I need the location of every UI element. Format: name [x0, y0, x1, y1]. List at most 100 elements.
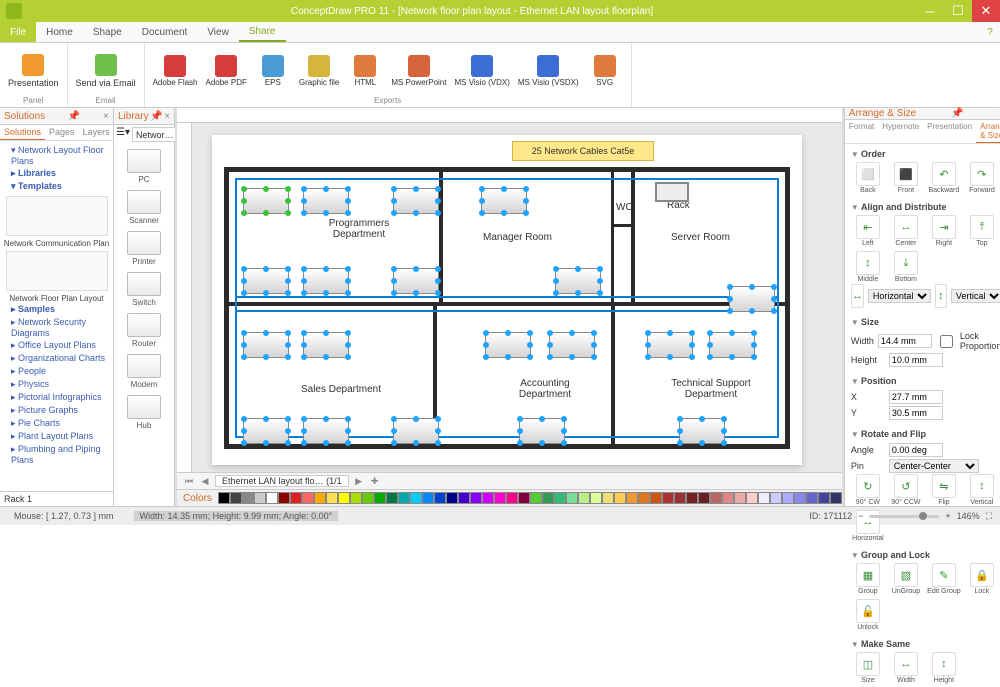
- sol-link-7[interactable]: ▸ Pie Charts: [3, 417, 110, 430]
- ptab-presentation[interactable]: Presentation: [923, 120, 976, 143]
- color-swatch[interactable]: [566, 492, 578, 504]
- send-email-button[interactable]: Send via Email: [74, 45, 138, 96]
- node-templates[interactable]: ▾ Templates: [3, 180, 110, 193]
- dist-vert-icon[interactable]: ↕: [935, 284, 947, 308]
- align-right[interactable]: ⇥: [932, 215, 956, 239]
- color-swatch[interactable]: [722, 492, 734, 504]
- color-swatch[interactable]: [278, 492, 290, 504]
- export-8[interactable]: SVG: [585, 45, 625, 96]
- color-swatch[interactable]: [782, 492, 794, 504]
- color-swatch[interactable]: [314, 492, 326, 504]
- device-4[interactable]: [303, 268, 349, 294]
- sheet-first[interactable]: ⏮: [183, 476, 195, 487]
- rot-ccw[interactable]: ↺: [894, 474, 918, 498]
- order-front[interactable]: ⬛: [894, 162, 918, 186]
- node-samples[interactable]: ▸ Samples: [3, 303, 110, 316]
- color-swatch[interactable]: [254, 492, 266, 504]
- layers-tab[interactable]: Layers: [79, 125, 114, 140]
- rack-shape[interactable]: [655, 182, 689, 202]
- color-swatch[interactable]: [794, 492, 806, 504]
- sol-link-5[interactable]: ▸ Pictorial Infographics: [3, 391, 110, 404]
- order-forward[interactable]: ↷: [970, 162, 994, 186]
- sheet-tab[interactable]: Ethernet LAN layout flo… (1/1: [215, 475, 349, 487]
- device-6[interactable]: [481, 188, 527, 214]
- y-input[interactable]: [889, 406, 943, 420]
- sol-link-2[interactable]: ▸ Organizational Charts: [3, 352, 110, 365]
- color-swatch[interactable]: [590, 492, 602, 504]
- color-swatch[interactable]: [806, 492, 818, 504]
- tab-shape[interactable]: Shape: [83, 22, 132, 42]
- zoom-out[interactable]: −: [858, 511, 863, 521]
- sheet-prev[interactable]: ◀: [199, 476, 211, 487]
- color-swatch[interactable]: [410, 492, 422, 504]
- device-5[interactable]: [393, 268, 439, 294]
- node-nlfp[interactable]: ▾ Network Layout Floor Plans: [3, 144, 110, 167]
- align-bottom[interactable]: ⤓: [894, 251, 918, 275]
- ptab-arrange[interactable]: Arrange & Size: [976, 120, 1000, 143]
- align-top[interactable]: ⤒: [970, 215, 994, 239]
- page[interactable]: 25 Network Cables Cat5e: [212, 135, 802, 465]
- props-pin-icon[interactable]: 📌: [951, 108, 963, 119]
- color-swatch[interactable]: [230, 492, 242, 504]
- sol-link-6[interactable]: ▸ Picture Graphs: [3, 404, 110, 417]
- color-swatch[interactable]: [494, 492, 506, 504]
- ungroup-btn[interactable]: ▧: [894, 563, 918, 587]
- tab-home[interactable]: Home: [36, 22, 83, 42]
- export-6[interactable]: MS Visio (VDX): [452, 45, 511, 96]
- ms-size[interactable]: ◫: [856, 652, 880, 676]
- lock-prop-checkbox[interactable]: [940, 335, 953, 348]
- tab-document[interactable]: Document: [132, 22, 198, 42]
- zoom-fit[interactable]: ⛶: [986, 511, 992, 522]
- color-swatch[interactable]: [218, 492, 230, 504]
- color-swatch[interactable]: [638, 492, 650, 504]
- device-0[interactable]: [243, 188, 289, 214]
- color-swatch[interactable]: [626, 492, 638, 504]
- sheet-next[interactable]: ▶: [353, 476, 365, 487]
- color-swatch[interactable]: [266, 492, 278, 504]
- export-0[interactable]: Adobe Flash: [151, 45, 200, 96]
- lib-item-modem[interactable]: Modem: [114, 354, 174, 389]
- color-swatch[interactable]: [530, 492, 542, 504]
- export-7[interactable]: MS Visio (VSDX): [516, 45, 581, 96]
- close-button[interactable]: ✕: [972, 0, 1000, 22]
- pin-select[interactable]: Center-Center: [889, 459, 979, 473]
- dist-horiz[interactable]: Horizontal: [868, 289, 931, 303]
- color-swatch[interactable]: [446, 492, 458, 504]
- color-swatch[interactable]: [602, 492, 614, 504]
- color-swatch[interactable]: [614, 492, 626, 504]
- sol-link-8[interactable]: ▸ Plant Layout Plans: [3, 430, 110, 443]
- template-thumb-2[interactable]: [6, 251, 108, 291]
- color-swatch[interactable]: [350, 492, 362, 504]
- library-close-icon[interactable]: ×: [164, 111, 170, 122]
- device-7[interactable]: [555, 268, 601, 294]
- group-btn[interactable]: ▦: [856, 563, 880, 587]
- ms-width[interactable]: ↔: [894, 652, 918, 676]
- solutions-close-icon[interactable]: ×: [103, 111, 109, 122]
- color-swatch[interactable]: [242, 492, 254, 504]
- align-left[interactable]: ⇤: [856, 215, 880, 239]
- color-swatch[interactable]: [662, 492, 674, 504]
- template-thumb-1[interactable]: [6, 196, 108, 236]
- color-swatch[interactable]: [734, 492, 746, 504]
- lib-item-printer[interactable]: Printer: [114, 231, 174, 266]
- color-swatch[interactable]: [650, 492, 662, 504]
- color-swatch[interactable]: [362, 492, 374, 504]
- color-swatch[interactable]: [542, 492, 554, 504]
- solutions-pin-icon[interactable]: 📌: [68, 111, 80, 122]
- dist-vert[interactable]: Vertical: [951, 289, 1000, 303]
- file-menu[interactable]: File: [0, 22, 36, 42]
- ms-height[interactable]: ↕: [932, 652, 956, 676]
- sol-link-3[interactable]: ▸ People: [3, 365, 110, 378]
- dist-horiz-icon[interactable]: ↔: [851, 284, 864, 308]
- library-menu-icon[interactable]: ☰▾: [116, 127, 130, 142]
- color-swatch[interactable]: [770, 492, 782, 504]
- lib-item-hub[interactable]: Hub: [114, 395, 174, 430]
- device-11[interactable]: [243, 418, 289, 444]
- node-libraries[interactable]: ▸ Libraries: [3, 167, 110, 180]
- export-4[interactable]: HTML: [345, 45, 385, 96]
- flip-v[interactable]: ↕: [970, 474, 994, 498]
- editgroup-btn[interactable]: ✎: [932, 563, 956, 587]
- ptab-hypernote[interactable]: Hypernote: [878, 120, 923, 143]
- help-icon[interactable]: ?: [980, 22, 1000, 42]
- sol-link-9[interactable]: ▸ Plumbing and Piping Plans: [3, 443, 110, 466]
